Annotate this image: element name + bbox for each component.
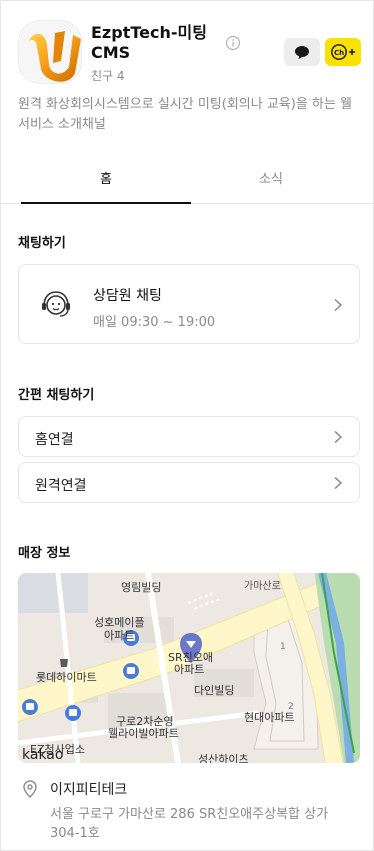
store-address: 서울 구로구 가마산로 286 SR친오애주상복합 상가 304-1호 — [50, 807, 329, 841]
tab-home[interactable]: 홈 — [21, 164, 191, 204]
svg-text:웰라이빌아파트: 웰라이빌아파트 — [108, 727, 179, 740]
svg-text:1: 1 — [280, 642, 286, 652]
chevron-right-icon — [334, 298, 343, 312]
chevron-right-icon — [334, 476, 343, 490]
kakao-map-logo: kakao — [22, 747, 63, 763]
tab-bar: 홈 소식 — [1, 164, 373, 204]
svg-text:롯데하이마트: 롯데하이마트 — [36, 670, 97, 684]
channel-logo[interactable] — [18, 20, 82, 84]
store-map[interactable]: 영림빌딩 가마산로 성호메이플 아파트 SR친오애 아파트 롯데하이마트 다인빌… — [18, 573, 360, 763]
counsel-chat-card[interactable]: 상담원 채팅 매일 09:30 ~ 19:00 — [18, 264, 360, 344]
speech-bubble-icon — [295, 45, 309, 59]
svg-text:아파트: 아파트 — [104, 629, 134, 642]
counsel-chat-hours: 매일 09:30 ~ 19:00 — [93, 315, 216, 330]
quick-chat-item-home[interactable]: 홈연결 — [18, 416, 360, 457]
store-info-title: 매장 정보 — [18, 546, 71, 561]
tab-news[interactable]: 소식 — [186, 164, 356, 204]
quick-chat-label: 원격연결 — [35, 478, 87, 494]
chat-section-title: 채팅하기 — [18, 236, 66, 251]
quick-chat-title: 간편 채팅하기 — [18, 388, 95, 403]
headset-agent-icon — [42, 291, 70, 317]
svg-text:영림빌딩: 영림빌딩 — [121, 581, 161, 594]
chevron-right-icon — [334, 430, 343, 444]
svg-text:다인빌딩: 다인빌딩 — [194, 684, 234, 697]
friend-count: 친구 4 — [91, 69, 125, 83]
svg-text:아파트: 아파트 — [174, 663, 204, 676]
quick-chat-label: 홈연결 — [35, 432, 74, 448]
quick-chat-item-remote[interactable]: 원격연결 — [18, 462, 360, 503]
svg-text:Ch: Ch — [334, 49, 344, 57]
chat-button[interactable] — [284, 38, 320, 66]
svg-text:현대아파트: 현대아파트 — [244, 711, 295, 724]
channel-home: EzptTech-미팅 CMS 친구 4 Ch 원격 화상회의시스템으로 실시간… — [0, 0, 374, 851]
svg-text:2: 2 — [288, 702, 294, 712]
counsel-chat-name: 상담원 채팅 — [93, 288, 162, 304]
location-pin-icon — [23, 780, 37, 798]
info-icon[interactable] — [225, 35, 241, 51]
channel-add-icon: Ch — [331, 44, 355, 60]
svg-text:성호메이플: 성호메이플 — [94, 616, 145, 629]
svg-text:성산하이츠: 성산하이츠 — [198, 752, 249, 763]
channel-name: EzptTech-미팅 CMS — [91, 23, 207, 62]
channel-description: 원격 화상회의시스템으로 실시간 미팅(회의나 교육)을 하는 웰서비스 소개채… — [18, 97, 352, 132]
svg-text:가마산로: 가마산로 — [244, 580, 281, 592]
place-name: 이지피티테크 — [50, 782, 128, 798]
add-channel-button[interactable]: Ch — [325, 38, 361, 66]
